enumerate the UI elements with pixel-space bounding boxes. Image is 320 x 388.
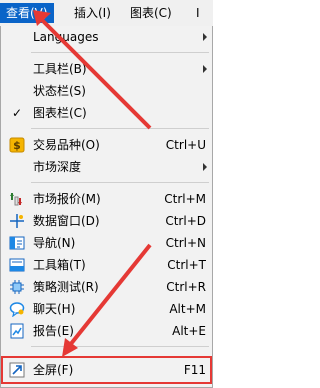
shortcut-label: Ctrl+D xyxy=(165,214,206,228)
menu-separator xyxy=(31,182,209,183)
menu-item-label: 交易品种(O) xyxy=(33,138,100,152)
menu-item-chat[interactable]: 聊天(H) Alt+M xyxy=(1,298,212,320)
menu-item-label: 市场报价(M) xyxy=(33,192,101,206)
menu-item-market-depth[interactable]: 市场深度 xyxy=(1,156,212,178)
market-watch-icon xyxy=(9,191,25,207)
menu-item-label: 全屏(F) xyxy=(33,363,74,377)
menu-item-label: 导航(N) xyxy=(33,236,76,250)
menu-charts[interactable]: 图表(C) xyxy=(124,3,178,23)
menu-item-toolbox[interactable]: 工具箱(T) Ctrl+T xyxy=(1,254,212,276)
submenu-arrow-icon xyxy=(203,163,207,171)
navigator-icon xyxy=(9,235,25,251)
shortcut-label: Alt+E xyxy=(172,324,206,338)
expand-arrow-icon xyxy=(9,362,25,378)
menu-item-navigator[interactable]: 导航(N) Ctrl+N xyxy=(1,232,212,254)
menu-bar: 查看(V) 插入(I) 图表(C) I xyxy=(0,0,213,26)
menu-insert[interactable]: 插入(I) xyxy=(68,3,117,23)
dollar-icon: $ xyxy=(9,137,25,153)
menu-item-fullscreen[interactable]: 全屏(F) F11 xyxy=(1,356,212,384)
menu-item-label: Languages xyxy=(33,30,99,44)
chip-icon xyxy=(9,279,25,295)
shortcut-label: F11 xyxy=(183,363,206,377)
menu-item-label: 工具栏(B) xyxy=(33,62,87,76)
view-dropdown-menu: Languages 工具栏(B) 状态栏(S) ✓ 图表栏(C) $ 交易品种(… xyxy=(0,26,213,388)
menu-item-label: 数据窗口(D) xyxy=(33,214,100,228)
toolbox-icon xyxy=(9,257,25,273)
shortcut-label: Ctrl+U xyxy=(165,138,206,152)
menu-item-label: 状态栏(S) xyxy=(33,84,86,98)
shortcut-label: Ctrl+M xyxy=(164,192,206,206)
menu-item-status-bar[interactable]: 状态栏(S) xyxy=(1,80,212,102)
shortcut-label: Alt+M xyxy=(169,302,206,316)
svg-text:$: $ xyxy=(13,139,21,152)
menu-item-market-watch[interactable]: 市场报价(M) Ctrl+M xyxy=(1,188,212,210)
shortcut-label: Ctrl+R xyxy=(166,280,206,294)
submenu-arrow-icon xyxy=(203,33,207,41)
menu-tools-partial[interactable]: I xyxy=(190,3,206,23)
menu-item-data-window[interactable]: 数据窗口(D) Ctrl+D xyxy=(1,210,212,232)
menu-item-label: 市场深度 xyxy=(33,160,82,174)
menu-separator xyxy=(31,52,209,53)
menu-item-symbols[interactable]: $ 交易品种(O) Ctrl+U xyxy=(1,134,212,156)
menu-item-strategy-tester[interactable]: 策略测试(R) Ctrl+R xyxy=(1,276,212,298)
menu-item-languages[interactable]: Languages xyxy=(1,26,212,48)
menu-item-toolbars[interactable]: 工具栏(B) xyxy=(1,58,212,80)
menu-item-label: 策略测试(R) xyxy=(33,280,99,294)
chat-bubble-icon xyxy=(9,301,25,318)
shortcut-label: Ctrl+T xyxy=(167,258,206,272)
submenu-arrow-icon xyxy=(203,65,207,73)
menu-item-reports[interactable]: 报告(E) Alt+E xyxy=(1,320,212,342)
menu-item-label: 聊天(H) xyxy=(33,302,76,316)
menu-item-label: 报告(E) xyxy=(33,324,74,338)
menu-item-charts-bar[interactable]: ✓ 图表栏(C) xyxy=(1,102,212,124)
shortcut-label: Ctrl+N xyxy=(165,236,206,250)
report-icon xyxy=(9,323,25,339)
checkmark-icon: ✓ xyxy=(12,106,23,120)
menu-separator xyxy=(31,128,209,129)
crosshair-icon xyxy=(9,213,25,229)
menu-item-label: 工具箱(T) xyxy=(33,258,86,272)
menu-separator xyxy=(31,346,209,347)
menu-item-label: 图表栏(C) xyxy=(33,106,87,120)
menu-view[interactable]: 查看(V) xyxy=(0,3,54,23)
